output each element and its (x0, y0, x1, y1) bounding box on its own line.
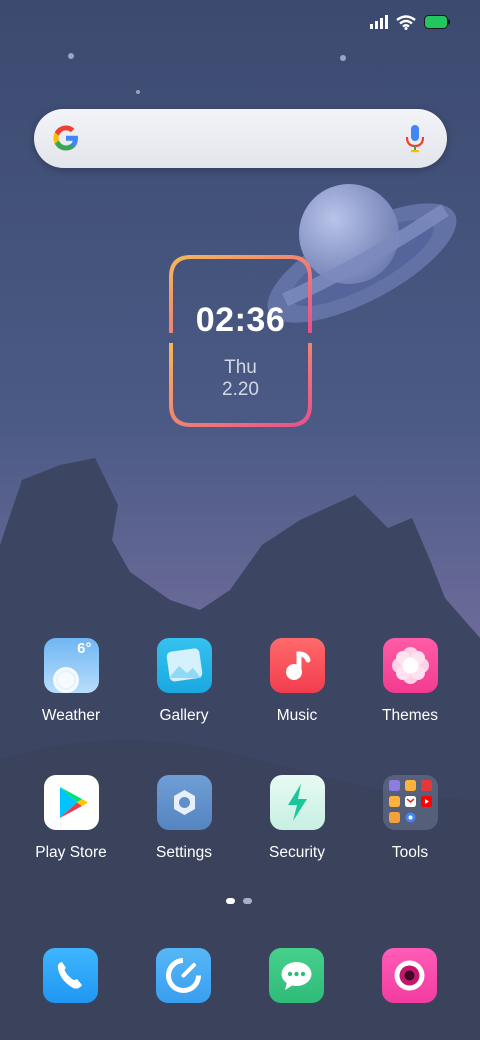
music-icon (269, 638, 325, 693)
dock-camera[interactable] (382, 948, 437, 1003)
app-label: Settings (155, 844, 212, 861)
clock-widget[interactable]: 02:36 Thu 2.20 (169, 255, 312, 427)
settings-icon (156, 775, 212, 830)
app-security[interactable]: Security (247, 775, 347, 862)
app-label: Themes (382, 707, 438, 724)
signal-icon (370, 15, 388, 29)
clock-date: 2.20 (222, 379, 259, 400)
google-search-bar[interactable] (34, 109, 447, 168)
messages-icon (281, 962, 312, 990)
clock-day: Thu (224, 357, 257, 378)
status-bar (370, 10, 450, 34)
dock-browser[interactable] (156, 948, 211, 1003)
play-store-icon (43, 775, 99, 830)
app-tools-folder[interactable]: Tools (360, 775, 460, 862)
page-dot (243, 898, 252, 904)
phone-icon (57, 962, 82, 989)
battery-icon (424, 15, 450, 29)
dock-phone[interactable] (43, 948, 98, 1003)
app-play-store[interactable]: Play Store (21, 775, 121, 862)
page-indicator (226, 898, 252, 904)
app-label: Music (276, 707, 318, 724)
app-label: Play Store (35, 844, 107, 861)
browser-icon (166, 958, 201, 993)
app-label: Gallery (159, 707, 209, 724)
app-themes[interactable]: Themes (360, 638, 460, 725)
app-label: Security (269, 844, 325, 861)
dock-messages[interactable] (269, 948, 324, 1003)
app-settings[interactable]: Settings (134, 775, 234, 862)
weather-temp: 6° (77, 640, 92, 657)
app-label: Tools (391, 844, 429, 861)
mic-icon[interactable] (405, 124, 425, 154)
google-icon (53, 125, 78, 151)
security-icon (269, 775, 325, 830)
page-dot-active (226, 898, 235, 904)
gallery-icon (156, 638, 212, 693)
app-weather[interactable]: 6° Weather (21, 638, 121, 725)
wifi-icon (396, 14, 416, 30)
themes-icon (382, 638, 438, 693)
folder-icon (382, 775, 438, 830)
clock-time: 02:36 (195, 301, 286, 339)
app-label: Weather (41, 707, 101, 724)
app-music[interactable]: Music (247, 638, 347, 725)
weather-icon: 6° (43, 638, 99, 693)
camera-icon (394, 960, 425, 991)
app-gallery[interactable]: Gallery (134, 638, 234, 725)
